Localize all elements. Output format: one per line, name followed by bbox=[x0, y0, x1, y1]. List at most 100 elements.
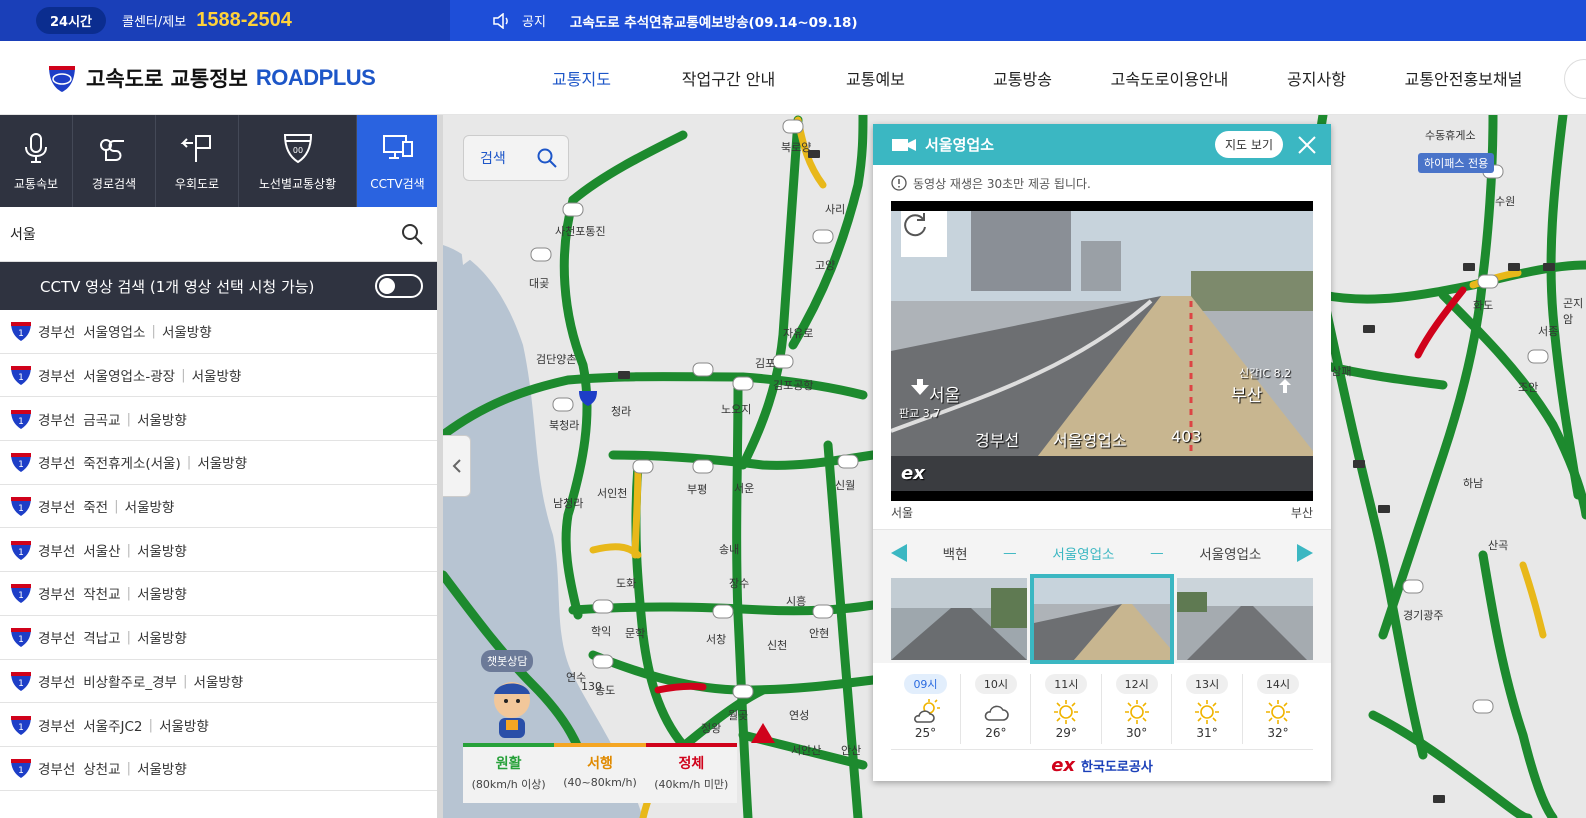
map-place-label: 검단양촌 bbox=[536, 353, 577, 366]
notice-title[interactable]: 고속도로 추석연휴교통예보방송(09.14~09.18) bbox=[570, 11, 858, 31]
weather-temp: 31° bbox=[1196, 726, 1218, 740]
result-item[interactable]: 1 경부선 격납고 | 서울방향 bbox=[0, 616, 437, 660]
result-separator: | bbox=[148, 716, 154, 733]
result-item[interactable]: 1 경부선 작천교 | 서울방향 bbox=[0, 572, 437, 616]
map-view-button[interactable]: 지도 보기 bbox=[1215, 131, 1283, 158]
legend-congested: 정체 (40km/h 미만) bbox=[645, 743, 738, 803]
cctv-video-toggle-bar: CCTV 영상 검색 (1개 영상 선택 시청 가능) bbox=[0, 262, 437, 310]
map-place-label: 서안산 bbox=[791, 744, 822, 757]
result-separator: | bbox=[126, 541, 132, 558]
next-site-label[interactable]: 서울영업소 bbox=[1199, 543, 1261, 563]
traffic-legend: 원활 (80km/h 이상) 서행 (40~80km/h) 정체 (40km/h… bbox=[463, 743, 738, 803]
nav-traffic-map[interactable]: 교통지도 bbox=[508, 66, 655, 90]
result-separator: | bbox=[126, 629, 132, 646]
legend-range: (40km/h 미만) bbox=[654, 778, 729, 791]
menu-route-traffic[interactable]: 00 노선별교통상황 bbox=[239, 115, 357, 207]
map-place-label: 김포공항 bbox=[773, 379, 814, 392]
result-site: 서울주JC2 bbox=[83, 718, 143, 735]
chatbot-button[interactable]: 챗봇상담 bbox=[481, 650, 543, 750]
weather-temp: 26° bbox=[985, 726, 1007, 740]
result-item[interactable]: 1 경부선 서울주JC2 | 서울방향 bbox=[0, 703, 437, 747]
site-header: 고속도로 교통정보 ROADPLUS 교통지도 작업구간 안내 교통예보 교통방… bbox=[0, 41, 1586, 115]
map-place-label: 연성 bbox=[789, 709, 810, 722]
search-icon bbox=[402, 224, 423, 245]
close-icon[interactable] bbox=[1297, 135, 1317, 155]
result-site: 격납고 bbox=[83, 631, 121, 648]
callcenter-phone[interactable]: 1588-2504 bbox=[196, 9, 292, 32]
map-place-label: 서창 bbox=[706, 633, 727, 646]
nav-safety-channel[interactable]: 교통안전홍보채널 bbox=[1390, 66, 1537, 90]
replay-button[interactable] bbox=[901, 211, 947, 257]
result-item[interactable]: 1 경부선 상천교 | 서울방향 bbox=[0, 747, 437, 791]
prev-site-label[interactable]: 백현 bbox=[943, 543, 968, 563]
route-shield-icon: 1 bbox=[11, 366, 31, 386]
route-shield-icon: 1 bbox=[11, 715, 31, 735]
legend-range: (40~80km/h) bbox=[563, 776, 637, 789]
map-place-label: 김포 bbox=[755, 357, 776, 370]
direction-right: 부산 bbox=[1290, 506, 1313, 520]
sidebar-collapse-button[interactable] bbox=[443, 435, 471, 497]
svg-text:1: 1 bbox=[18, 635, 24, 645]
menu-detour[interactable]: 우회도로 bbox=[156, 115, 239, 207]
header-extra-button[interactable] bbox=[1564, 59, 1586, 99]
nav-separator: — bbox=[1150, 544, 1164, 561]
map-place-label: 북로양 bbox=[781, 141, 812, 154]
top-bar: 24시간 콜센터/제보 1588-2504 공지 고속도로 추석연휴교통예보방송… bbox=[0, 0, 1586, 41]
map-place-label: 정왕 bbox=[701, 722, 722, 735]
result-item[interactable]: 1 경부선 금곡교 | 서울방향 bbox=[0, 397, 437, 442]
route-shield-icon: 1 bbox=[11, 322, 31, 342]
nav-notices[interactable]: 공지사항 bbox=[1243, 66, 1390, 90]
result-separator: | bbox=[126, 585, 132, 602]
menu-route-search[interactable]: 경로검색 bbox=[73, 115, 156, 207]
result-road: 경부선 bbox=[38, 325, 76, 342]
search-icon bbox=[537, 148, 557, 168]
nav-traffic-forecast[interactable]: 교통예보 bbox=[802, 66, 949, 90]
map-place-label: 신월 bbox=[835, 479, 856, 492]
cctv-search-row bbox=[0, 207, 437, 262]
nav-work-zone[interactable]: 작업구간 안내 bbox=[655, 66, 802, 90]
map-place-label: 대곶 bbox=[529, 277, 550, 290]
result-item[interactable]: 1 경부선 죽전 | 서울방향 bbox=[0, 485, 437, 529]
menu-label: 노선별교통상황 bbox=[258, 176, 337, 191]
cctv-search-input[interactable] bbox=[10, 226, 397, 242]
search-button[interactable] bbox=[397, 219, 427, 249]
menu-cctv-search[interactable]: CCTV검색 bbox=[357, 115, 438, 207]
route-shield-icon: 1 bbox=[11, 497, 31, 517]
menu-traffic-news[interactable]: 교통속보 bbox=[0, 115, 73, 207]
cctv-bar-label: CCTV 영상 검색 (1개 영상 선택 시청 가능) bbox=[40, 277, 315, 296]
map-place-label: 수동휴게소 bbox=[1425, 129, 1476, 142]
result-direction: 서울방향 bbox=[137, 631, 187, 648]
legend-name: 정체 bbox=[678, 756, 705, 772]
result-direction: 서울방향 bbox=[137, 762, 187, 779]
svg-text:1: 1 bbox=[18, 723, 24, 733]
menu-label: CCTV검색 bbox=[370, 176, 425, 191]
chatbot-label: 챗봇상담 bbox=[481, 650, 534, 672]
result-site: 금곡교 bbox=[83, 412, 121, 429]
thumbnail-current[interactable] bbox=[1030, 574, 1174, 664]
route-shield-icon: 1 bbox=[11, 453, 31, 473]
next-cctv-button[interactable] bbox=[1297, 543, 1313, 562]
cctv-video-player[interactable]: 서울 판교 3.7 부산 신갈IC 8.2 경부선 서울영업소 403 ex bbox=[891, 201, 1313, 501]
nav-highway-guide[interactable]: 고속도로이용안내 bbox=[1096, 66, 1243, 90]
result-item[interactable]: 1 경부선 서울영업소-광장 | 서울방향 bbox=[0, 354, 437, 398]
thumbnail-prev[interactable] bbox=[891, 578, 1027, 660]
refresh-icon bbox=[904, 213, 926, 237]
map-place-label: 도화 bbox=[616, 577, 637, 590]
video-right-direction: 부산 bbox=[1231, 386, 1263, 406]
thumbnail-image bbox=[1034, 578, 1170, 660]
thumbnail-next[interactable] bbox=[1177, 578, 1313, 660]
result-item[interactable]: 1 경부선 서울영업소 | 서울방향 bbox=[0, 310, 437, 354]
multi-video-toggle[interactable] bbox=[375, 274, 423, 298]
svg-text:1: 1 bbox=[18, 373, 24, 383]
site-logo[interactable]: 고속도로 교통정보 ROADPLUS bbox=[46, 62, 446, 94]
result-item[interactable]: 1 경부선 비상활주로_경부 | 서울방향 bbox=[0, 660, 437, 704]
nav-traffic-broadcast[interactable]: 교통방송 bbox=[949, 66, 1096, 90]
footer-brand: 한국도로공사 bbox=[1081, 760, 1153, 775]
result-direction: 서울방향 bbox=[193, 674, 244, 691]
result-item[interactable]: 1 경부선 죽전휴게소(서울) | 서울방향 bbox=[0, 441, 437, 485]
map-search-button[interactable]: 검색 bbox=[463, 135, 569, 181]
route-shield-icon: 1 bbox=[11, 584, 31, 604]
weather-time: 13시 bbox=[1186, 674, 1229, 694]
prev-cctv-button[interactable] bbox=[891, 543, 907, 562]
result-item[interactable]: 1 경부선 서울산 | 서울방향 bbox=[0, 528, 437, 573]
